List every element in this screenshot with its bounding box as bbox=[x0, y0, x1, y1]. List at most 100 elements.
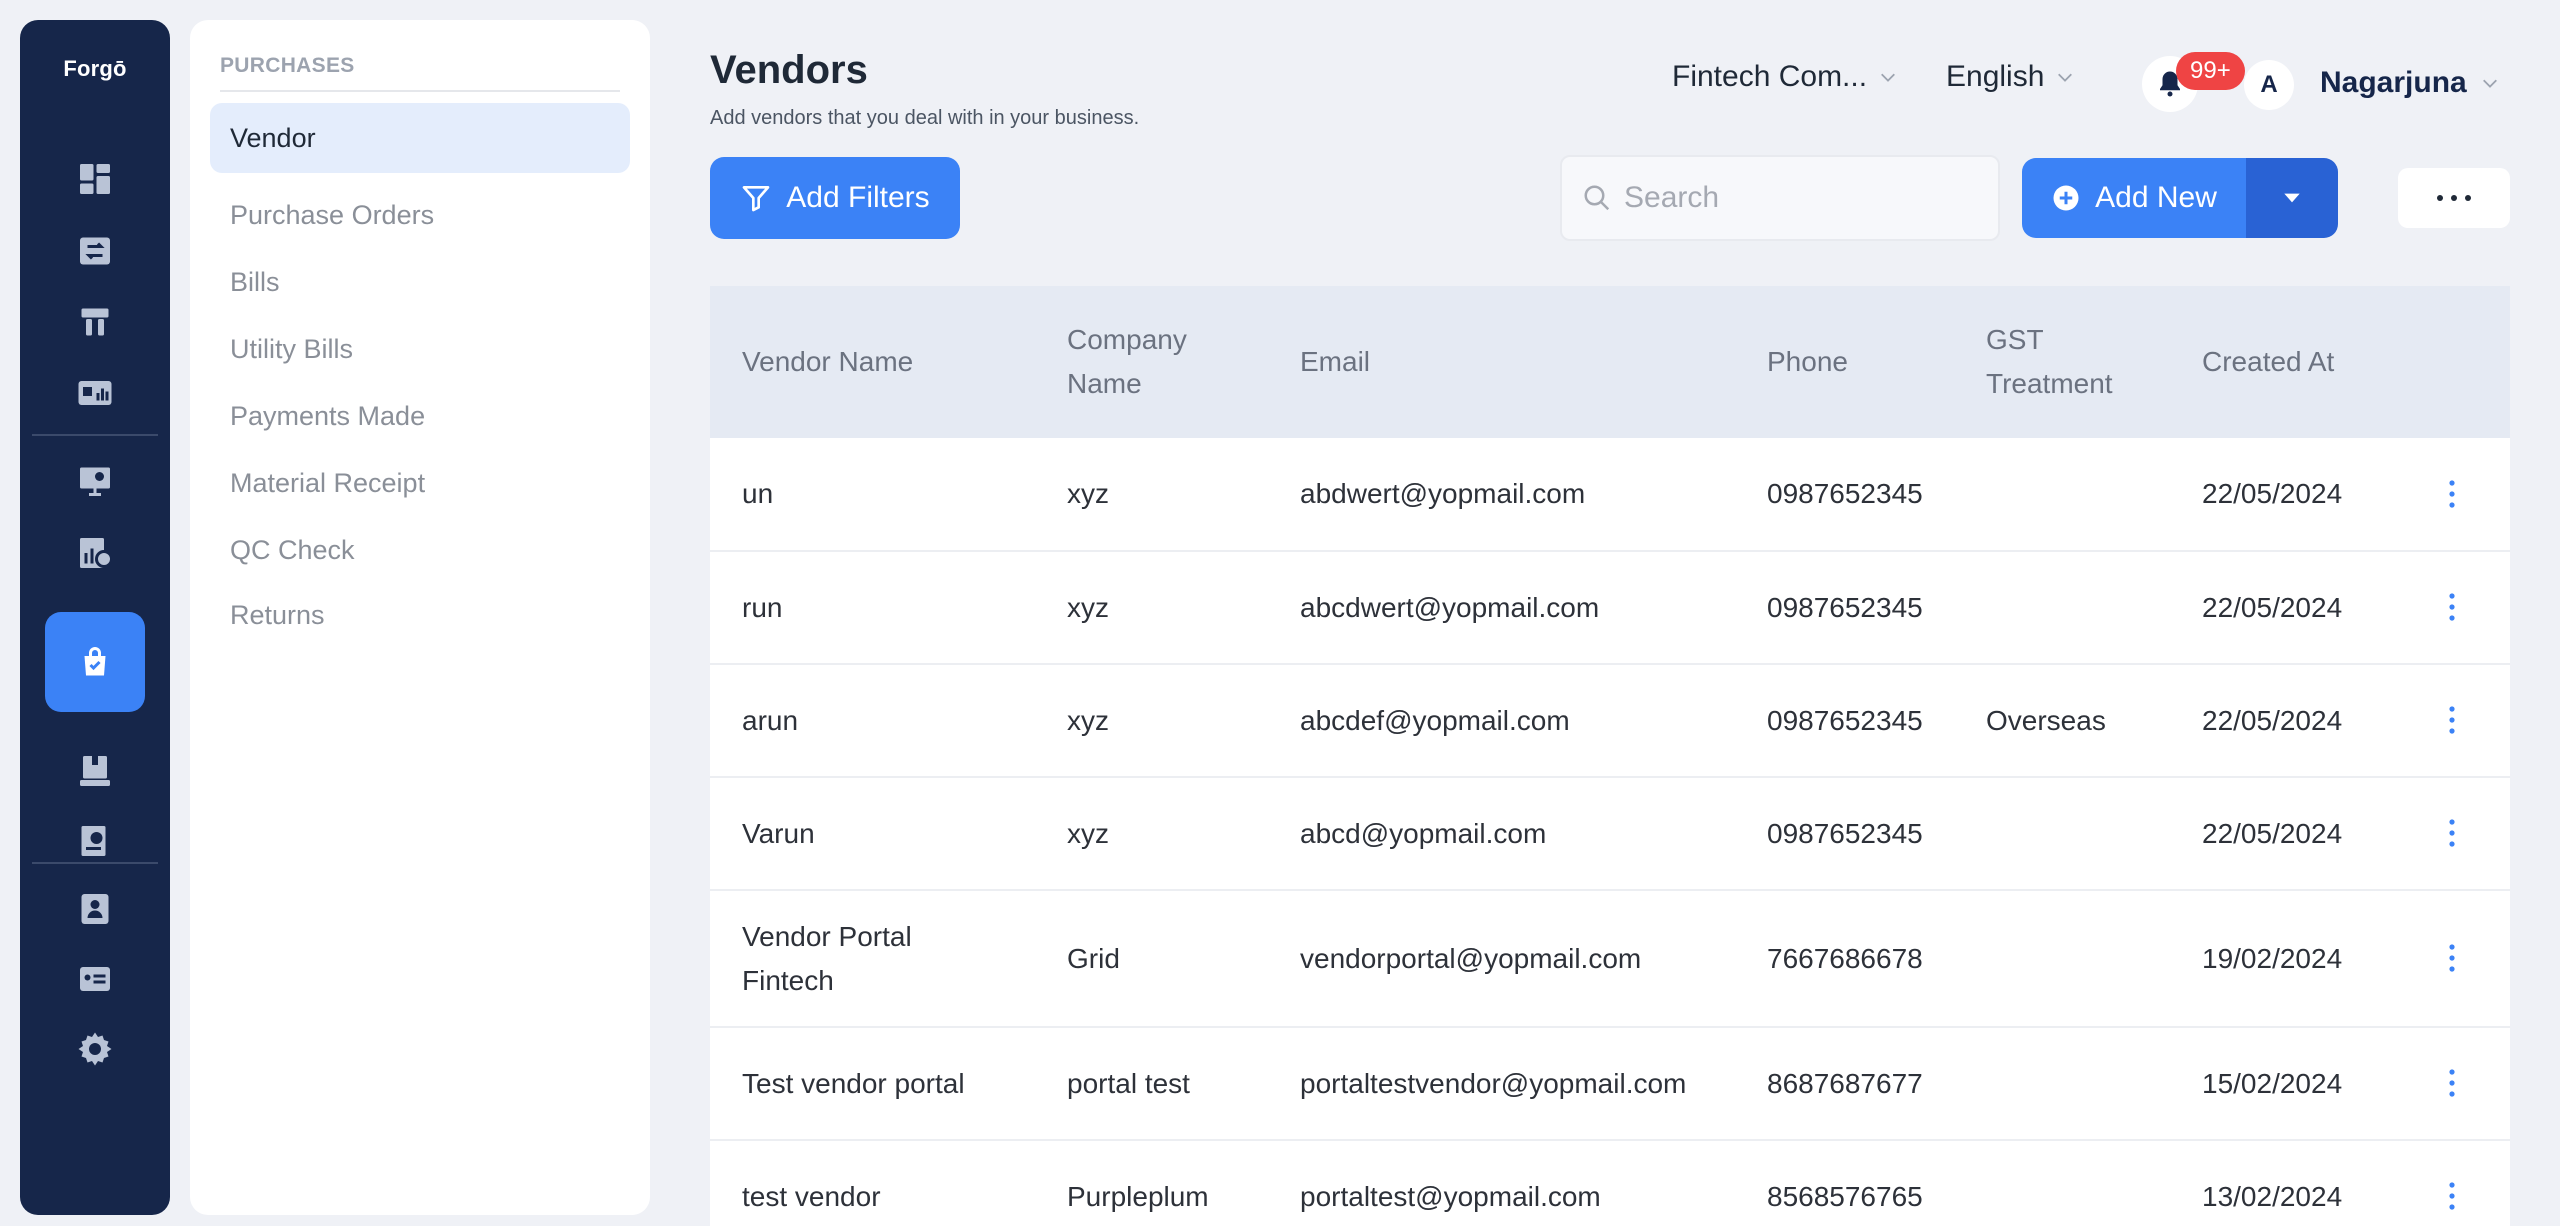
cell-gst-treatment bbox=[1986, 552, 2186, 663]
reports-icon[interactable] bbox=[64, 362, 126, 424]
presentation-icon[interactable] bbox=[64, 450, 126, 512]
analytics-icon[interactable] bbox=[64, 522, 126, 584]
search-icon bbox=[1584, 185, 1610, 211]
cell-gst-treatment: Overseas bbox=[1986, 704, 2106, 736]
search-box[interactable] bbox=[1560, 155, 2000, 241]
row-actions-button[interactable] bbox=[2420, 459, 2484, 529]
table-row[interactable]: run xyz abcdwert@yopmail.com 0987652345 … bbox=[710, 552, 2510, 665]
cell-email: portaltestvendor@yopmail.com bbox=[1300, 1067, 1687, 1099]
subnav-divider bbox=[220, 90, 620, 92]
inventory-icon[interactable] bbox=[64, 740, 126, 802]
settings-gear-icon[interactable] bbox=[64, 1018, 126, 1080]
subnav-item-utility-bills[interactable]: Utility Bills bbox=[210, 314, 630, 384]
cell-created-at: 22/05/2024 bbox=[2202, 817, 2343, 849]
row-actions-button[interactable] bbox=[2420, 923, 2484, 993]
cell-email: abdwert@yopmail.com bbox=[1300, 478, 1586, 509]
cell-created-at: 22/05/2024 bbox=[2202, 591, 2343, 623]
add-new-dropdown-button[interactable] bbox=[2246, 158, 2338, 238]
cell-company-name: xyz bbox=[1067, 591, 1109, 623]
cell-company-name: Purpleplum bbox=[1067, 1180, 1209, 1212]
cell-company-name: xyz bbox=[1067, 704, 1109, 736]
cell-vendor-name: run bbox=[742, 591, 783, 623]
dashboard-icon[interactable] bbox=[64, 148, 126, 210]
row-actions-button[interactable] bbox=[2420, 1048, 2484, 1118]
subnav-item-vendor[interactable]: Vendor bbox=[210, 103, 630, 173]
purchases-bag-icon[interactable] bbox=[45, 612, 145, 712]
row-actions-button[interactable] bbox=[2420, 1161, 2484, 1226]
kebab-menu-icon bbox=[2449, 944, 2455, 972]
table-header: Vendor Name Company Name Email Phone GST… bbox=[710, 286, 2510, 438]
tools-icon[interactable] bbox=[64, 291, 126, 353]
kebab-menu-icon bbox=[2449, 1069, 2455, 1097]
cell-phone: 8568576765 bbox=[1767, 1180, 1923, 1212]
add-filters-button[interactable]: Add Filters bbox=[710, 157, 960, 239]
cell-gst-treatment bbox=[1986, 1141, 2186, 1226]
kebab-menu-icon bbox=[2449, 1182, 2455, 1210]
add-new-button[interactable]: Add New bbox=[2022, 158, 2246, 238]
subnav-item-purchase-orders[interactable]: Purchase Orders bbox=[210, 180, 630, 250]
table-row[interactable]: Vendor Portal Fintech Grid vendorportal@… bbox=[710, 891, 2510, 1028]
table-row[interactable]: test vendor Purpleplum portaltest@yopmai… bbox=[710, 1141, 2510, 1226]
cell-email: portaltest@yopmail.com bbox=[1300, 1180, 1601, 1212]
cell-vendor-name: test vendor bbox=[742, 1180, 881, 1212]
purchases-subnav: PURCHASES Vendor Purchase Orders Bills U… bbox=[190, 20, 650, 1215]
cell-company-name: xyz bbox=[1067, 817, 1109, 849]
row-actions-button[interactable] bbox=[2420, 798, 2484, 868]
cell-phone: 0987652345 bbox=[1767, 817, 1923, 849]
column-header-created-at[interactable]: Created At bbox=[2202, 286, 2402, 438]
column-header-company-name[interactable]: Company Name bbox=[1067, 286, 1227, 438]
contacts-icon[interactable] bbox=[64, 878, 126, 940]
cell-vendor-name: Varun bbox=[742, 817, 815, 849]
cell-created-at: 19/02/2024 bbox=[2202, 942, 2343, 974]
chevron-down-icon bbox=[2058, 73, 2073, 82]
user-menu[interactable]: Nagarjuna bbox=[2320, 66, 2499, 100]
column-header-vendor-name[interactable]: Vendor Name bbox=[742, 286, 1042, 438]
language-selector[interactable]: English bbox=[1946, 60, 2074, 94]
subnav-item-material-receipt[interactable]: Material Receipt bbox=[210, 448, 630, 518]
cell-gst-treatment bbox=[1986, 778, 2186, 889]
table-row[interactable]: Test vendor portal portal test portaltes… bbox=[710, 1028, 2510, 1141]
cards-icon[interactable] bbox=[64, 948, 126, 1010]
column-header-phone[interactable]: Phone bbox=[1767, 286, 1967, 438]
row-actions-button[interactable] bbox=[2420, 572, 2484, 642]
row-actions-button[interactable] bbox=[2420, 685, 2484, 755]
notification-badge: 99+ bbox=[2176, 52, 2245, 90]
table-row[interactable]: un xyz abdwert@yopmail.com 0987652345 22… bbox=[710, 438, 2510, 552]
cell-email: abcdwert@yopmail.com bbox=[1300, 591, 1600, 623]
table-row[interactable]: Varun xyz abcd@yopmail.com 0987652345 22… bbox=[710, 778, 2510, 891]
company-selector[interactable]: Fintech Com... bbox=[1672, 60, 1897, 94]
cell-created-at: 22/05/2024 bbox=[2202, 704, 2343, 736]
cell-created-at: 15/02/2024 bbox=[2202, 1067, 2343, 1099]
caret-down-icon bbox=[2284, 193, 2300, 203]
main-nav-rail: Forgō bbox=[20, 20, 170, 1215]
subnav-item-payments-made[interactable]: Payments Made bbox=[210, 381, 630, 451]
subnav-item-bills[interactable]: Bills bbox=[210, 247, 630, 317]
plus-circle-icon bbox=[2053, 185, 2079, 211]
table-row[interactable]: arun xyz abcdef@yopmail.com 0987652345 O… bbox=[710, 665, 2510, 778]
search-input[interactable] bbox=[1624, 181, 1984, 215]
chevron-down-icon bbox=[2482, 79, 2497, 88]
cell-company-name: Grid bbox=[1067, 942, 1120, 974]
kebab-menu-icon bbox=[2449, 706, 2455, 734]
cell-vendor-name: un bbox=[742, 478, 774, 509]
more-options-button[interactable] bbox=[2398, 168, 2510, 228]
cell-vendor-name: Vendor Portal Fintech bbox=[742, 920, 912, 996]
subnav-item-returns[interactable]: Returns bbox=[210, 580, 630, 650]
column-header-gst-treatment[interactable]: GST Treatment bbox=[1986, 286, 2136, 438]
more-dot bbox=[2437, 195, 2443, 201]
more-dot bbox=[2465, 195, 2471, 201]
avatar[interactable]: A bbox=[2244, 60, 2294, 110]
subnav-item-qc-check[interactable]: QC Check bbox=[210, 515, 630, 585]
cell-phone: 0987652345 bbox=[1767, 591, 1923, 623]
column-header-email[interactable]: Email bbox=[1300, 286, 1700, 438]
cell-created-at: 13/02/2024 bbox=[2202, 1180, 2343, 1212]
chevron-down-icon bbox=[1881, 73, 1895, 82]
add-new-label: Add New bbox=[2095, 181, 2217, 214]
kebab-menu-icon bbox=[2449, 593, 2455, 621]
page-subtitle: Add vendors that you deal with in your b… bbox=[710, 107, 1140, 129]
vendors-table: Vendor Name Company Name Email Phone GST… bbox=[710, 286, 2510, 1226]
transfer-icon[interactable] bbox=[64, 220, 126, 282]
cell-created-at: 22/05/2024 bbox=[2202, 478, 2343, 509]
language-label: English bbox=[1946, 60, 2045, 93]
filter-icon bbox=[742, 186, 770, 212]
